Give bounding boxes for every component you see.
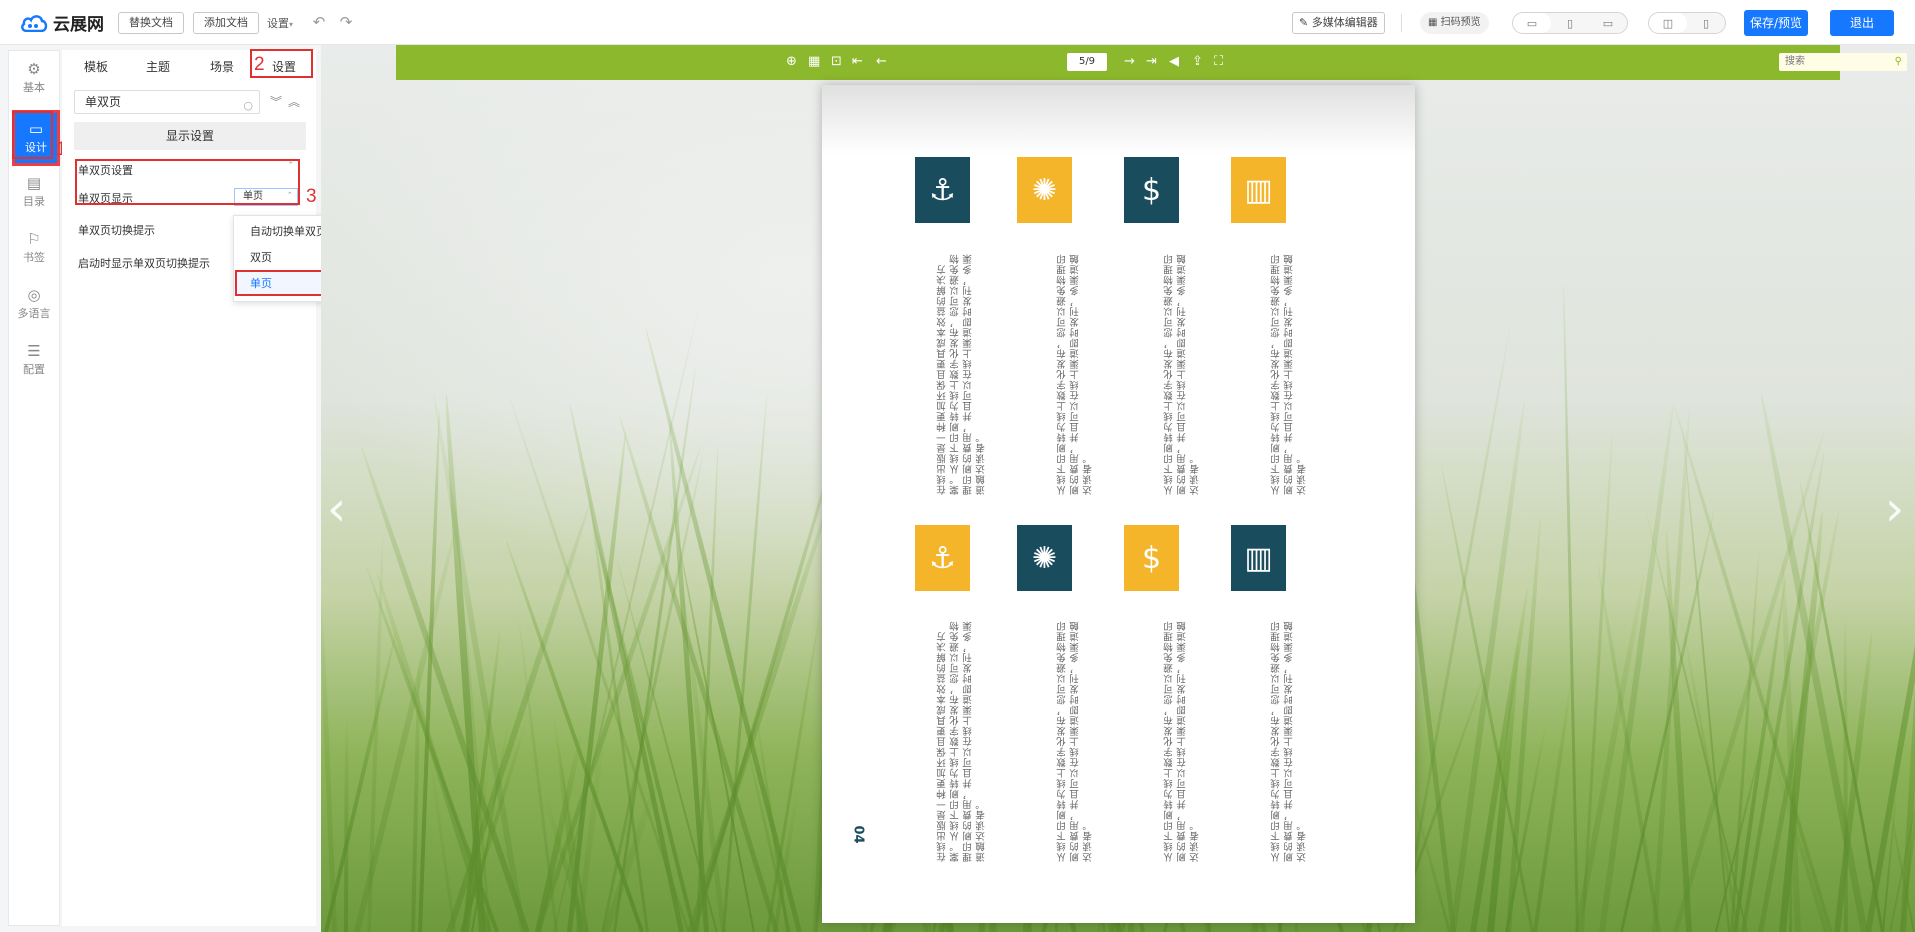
next-page-arrow-icon[interactable]: ›	[1885, 485, 1904, 533]
feature-text-bottom-2: 从线下印刷转为线上数字化发布，您可以避免物理印刷的费用，并且可以在线上渠道即时发…	[1164, 620, 1201, 863]
device-switcher: ▭ ▯ ▭	[1512, 12, 1628, 34]
scan-preview-label: 扫码预览	[1440, 17, 1481, 28]
nav-label: 目录	[23, 195, 45, 208]
fit-page-icon[interactable]: ⊡	[831, 54, 842, 70]
logo[interactable]: 云展网	[20, 10, 104, 35]
next-page-icon[interactable]: →	[1124, 54, 1135, 70]
money-bag-icon: $	[1124, 157, 1179, 223]
first-page-icon[interactable]: ⇤	[852, 54, 863, 70]
anchor-icon: ⚓	[915, 525, 970, 591]
edit-icon: ✎	[1299, 16, 1309, 29]
switch-tip-label: 单双页切换提示	[78, 224, 155, 237]
top-bar: 云展网 替换文档 添加文档 设置▾ ↶ ↷ ✎ 多媒体编辑器 ▦ 扫码预览 ▭ …	[0, 0, 1915, 45]
nav-item-toc[interactable]: ▤ 目录	[9, 167, 59, 217]
search-value: 单双页	[85, 95, 122, 109]
settings-menu-label: 设置	[267, 17, 289, 30]
nav-label: 基本	[23, 81, 45, 94]
grass-blade	[1533, 679, 1573, 932]
expand-all-icon[interactable]: ︽	[288, 93, 300, 110]
qr-code-icon: ▦	[1428, 17, 1438, 28]
nav-label: 多语言	[17, 307, 51, 320]
annotation-box-design	[12, 111, 53, 159]
sound-icon[interactable]: ◀	[1169, 54, 1179, 70]
page-indicator-input[interactable]: 5/9	[1067, 53, 1107, 71]
search-icon: ○	[243, 99, 253, 112]
document-icon: ▤	[26, 174, 42, 192]
annotation-box-page-display	[75, 159, 300, 205]
feature-text-bottom-3: 从线下印刷转为线上数字化发布，您可以避免物理印刷的费用，并且可以在线上渠道即时发…	[1057, 620, 1094, 863]
logo-text: 云展网	[53, 15, 104, 35]
gear-icon: ⚙	[27, 60, 41, 78]
display-settings-header[interactable]: 显示设置	[74, 122, 306, 150]
anchor-icon: ⚓	[915, 157, 970, 223]
redo-icon[interactable]: ↷	[337, 13, 355, 31]
book-page: ⚓ ✺ $ ▥ 从线下印刷转为线上数字化发布，您可以避免物理印刷的费用，并且可以…	[822, 85, 1415, 923]
multimedia-editor-button[interactable]: ✎ 多媒体编辑器	[1292, 12, 1385, 34]
tab-theme[interactable]: 主题	[146, 58, 170, 75]
feature-text-top-2: 从线下印刷转为线上数字化发布，您可以避免物理印刷的费用，并且可以在线上渠道即时发…	[1164, 253, 1201, 496]
settings-menu[interactable]: 设置▾	[267, 15, 293, 31]
add-document-button[interactable]: 添加文档	[193, 12, 259, 34]
bookmark-icon: ⚐	[27, 230, 41, 248]
double-page-icon[interactable]: ◫	[1649, 13, 1687, 33]
undo-icon[interactable]: ↶	[310, 13, 328, 31]
viewer-search-placeholder: 搜索	[1785, 56, 1805, 67]
collapse-all-icon[interactable]: ︾	[270, 93, 282, 110]
settings-search-input[interactable]: 单双页 ○	[74, 90, 260, 114]
previous-page-icon[interactable]: ←	[876, 54, 887, 70]
viewer-toolbar: ⊕ ▦ ⊡ ⇤ ← 5/9 → ⇥ ◀ ⇪ ⛶ 搜索 ⚲	[396, 45, 1907, 80]
flipbook-viewer: ⊕ ▦ ⊡ ⇤ ← 5/9 → ⇥ ◀ ⇪ ⛶ 搜索 ⚲ ‹ › ⚓ ✺ $ ▥…	[321, 45, 1915, 932]
page-shadow	[822, 85, 1415, 155]
coins-icon: ▥	[1231, 525, 1286, 591]
left-nav: ⚙ 基本 ▭ 设计 ▤ 目录 ⚐ 书签 ◎ 多语言 ☰ 配置	[8, 50, 60, 926]
annotation-2: 2	[254, 54, 265, 75]
last-page-icon[interactable]: ⇥	[1146, 54, 1157, 70]
grass-blade	[1562, 286, 1579, 932]
replace-document-button[interactable]: 替换文档	[118, 12, 184, 34]
nav-label: 书签	[23, 251, 45, 264]
page-number: 04	[850, 825, 866, 844]
single-page-icon[interactable]: ▯	[1687, 13, 1725, 33]
exit-button[interactable]: 退出	[1830, 10, 1894, 36]
tab-template[interactable]: 模板	[84, 58, 108, 75]
tab-scene[interactable]: 场景	[210, 58, 234, 75]
chevron-down-icon: ▾	[289, 20, 294, 29]
search-icon: ⚲	[1894, 56, 1902, 67]
grass-blade	[323, 631, 398, 932]
scan-preview-button[interactable]: ▦ 扫码预览	[1420, 12, 1489, 34]
viewer-search-input[interactable]: 搜索 ⚲	[1779, 53, 1907, 71]
fullscreen-icon[interactable]: ⛶	[1214, 54, 1223, 70]
coins-icon: ▥	[1231, 157, 1286, 223]
nav-item-bookmark[interactable]: ⚐ 书签	[9, 223, 59, 273]
feature-text-bottom-1: 从线下印刷转为线上数字化发布，您可以避免物理印刷的费用，并且可以在线上渠道即时发…	[1271, 620, 1308, 863]
cloud-logo-icon	[21, 14, 48, 32]
tablet-icon[interactable]: ▭	[1589, 13, 1627, 33]
lightbulb-icon: ✺	[1017, 525, 1072, 591]
feature-text-bottom-4: 在线出版是一种更加环保且更具成本效益的解决方案。从线下印刷转为线上数字化发布，您…	[937, 620, 987, 863]
globe-icon: ◎	[27, 286, 41, 304]
feature-text-top-1: 从线下印刷转为线上数字化发布，您可以避免物理印刷的费用，并且可以在线上渠道即时发…	[1271, 253, 1308, 496]
save-preview-button[interactable]: 保存/预览	[1744, 10, 1808, 36]
feature-text-top-3: 从线下印刷转为线上数字化发布，您可以避免物理印刷的费用，并且可以在线上渠道即时发…	[1057, 253, 1094, 496]
money-bag-icon: $	[1124, 525, 1179, 591]
sliders-icon: ☰	[27, 342, 41, 360]
feature-text-top-4: 在线出版是一种更加环保且更具成本效益的解决方案。从线下印刷转为线上数字化发布，您…	[937, 253, 987, 496]
nav-item-basic[interactable]: ⚙ 基本	[9, 53, 59, 103]
startup-tip-label: 启动时显示单双页切换提示	[78, 257, 210, 270]
thumbnails-icon[interactable]: ▦	[808, 54, 820, 70]
page-mode-switcher: ◫ ▯	[1648, 12, 1726, 34]
nav-item-config[interactable]: ☰ 配置	[9, 335, 59, 385]
phone-icon[interactable]: ▯	[1551, 13, 1589, 33]
lightbulb-icon: ✺	[1017, 157, 1072, 223]
nav-item-language[interactable]: ◎ 多语言	[9, 279, 59, 329]
share-icon[interactable]: ⇪	[1192, 54, 1203, 70]
previous-page-arrow-icon[interactable]: ‹	[327, 485, 346, 533]
nav-label: 配置	[23, 363, 45, 376]
annotation-3: 3	[306, 186, 317, 207]
zoom-in-icon[interactable]: ⊕	[786, 54, 797, 70]
multimedia-editor-label: 多媒体编辑器	[1311, 16, 1378, 29]
divider	[1401, 14, 1402, 32]
desktop-icon[interactable]: ▭	[1513, 13, 1551, 33]
